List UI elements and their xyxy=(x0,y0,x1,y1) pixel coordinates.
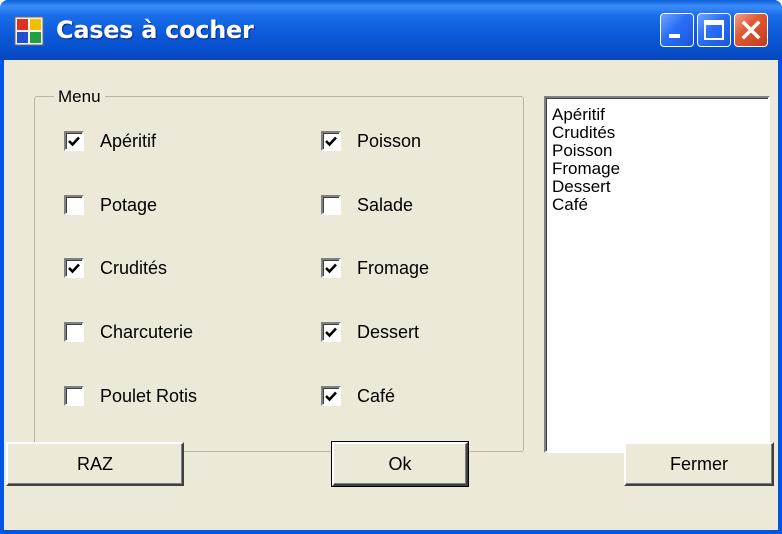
checkbox-box[interactable] xyxy=(321,195,341,215)
checkbox-poulet-rotis[interactable]: Poulet Rotis xyxy=(64,383,197,409)
checkbox-label: Apéritif xyxy=(100,130,157,151)
close-icon xyxy=(741,20,761,40)
close-button[interactable] xyxy=(734,13,768,47)
checkbox-crudites[interactable]: Crudités xyxy=(64,255,167,281)
window-title: Cases à cocher xyxy=(56,16,254,44)
list-item[interactable]: Poisson xyxy=(552,142,768,160)
checkbox-box[interactable] xyxy=(321,386,341,406)
checkbox-label: Dessert xyxy=(357,321,420,342)
selection-listbox[interactable]: Apéritif Crudités Poisson Fromage Desser… xyxy=(544,96,770,453)
checkbox-label: Poulet Rotis xyxy=(100,385,198,406)
checkbox-dessert[interactable]: Dessert xyxy=(321,319,419,345)
checkbox-label: Crudités xyxy=(100,257,168,278)
raz-button[interactable]: RAZ xyxy=(6,442,184,486)
checkbox-label: Café xyxy=(357,385,396,406)
close-app-button[interactable]: Fermer xyxy=(624,442,774,486)
checkmark-icon xyxy=(68,263,80,274)
checkbox-aperitif[interactable]: Apéritif xyxy=(64,128,156,154)
maximize-button[interactable] xyxy=(697,13,731,47)
client-area: Menu Apéritif Potage Crudités Charcuteri… xyxy=(4,60,778,530)
checkbox-label: Fromage xyxy=(357,257,430,278)
checkbox-fromage[interactable]: Fromage xyxy=(321,255,429,281)
checkbox-box[interactable] xyxy=(64,322,84,342)
checkbox-poisson[interactable]: Poisson xyxy=(321,128,421,154)
checkbox-box[interactable] xyxy=(64,195,84,215)
maximize-icon xyxy=(704,20,724,40)
title-bar[interactable]: Cases à cocher xyxy=(0,0,782,60)
checkbox-box[interactable] xyxy=(64,131,84,151)
list-item[interactable]: Crudités xyxy=(552,124,768,142)
checkbox-box[interactable] xyxy=(64,386,84,406)
checkbox-box[interactable] xyxy=(321,322,341,342)
minimize-button[interactable] xyxy=(660,13,694,47)
checkbox-label: Poisson xyxy=(357,130,422,151)
checkbox-charcuterie[interactable]: Charcuterie xyxy=(64,319,193,345)
menu-group-label: Menu xyxy=(54,87,105,107)
checkbox-cafe[interactable]: Café xyxy=(321,383,395,409)
checkmark-icon xyxy=(325,391,337,402)
checkbox-salade[interactable]: Salade xyxy=(321,192,413,218)
checkmark-icon xyxy=(325,136,337,147)
checkbox-box[interactable] xyxy=(321,258,341,278)
checkbox-label: Potage xyxy=(100,194,158,215)
checkbox-label: Salade xyxy=(357,194,414,215)
checkbox-box[interactable] xyxy=(321,131,341,151)
checkmark-icon xyxy=(325,263,337,274)
list-item[interactable]: Dessert xyxy=(552,178,768,196)
ok-button[interactable]: Ok xyxy=(331,441,469,487)
list-item[interactable]: Fromage xyxy=(552,160,768,178)
checkbox-label: Charcuterie xyxy=(100,321,194,342)
list-item[interactable]: Café xyxy=(552,196,768,214)
app-icon xyxy=(14,16,44,46)
minimize-icon xyxy=(669,34,680,38)
checkbox-potage[interactable]: Potage xyxy=(64,192,157,218)
window: Cases à cocher Menu Apéritif Potage Crud… xyxy=(0,0,782,534)
list-item[interactable]: Apéritif xyxy=(552,106,768,124)
checkbox-box[interactable] xyxy=(64,258,84,278)
checkmark-icon xyxy=(68,136,80,147)
checkmark-icon xyxy=(325,327,337,338)
